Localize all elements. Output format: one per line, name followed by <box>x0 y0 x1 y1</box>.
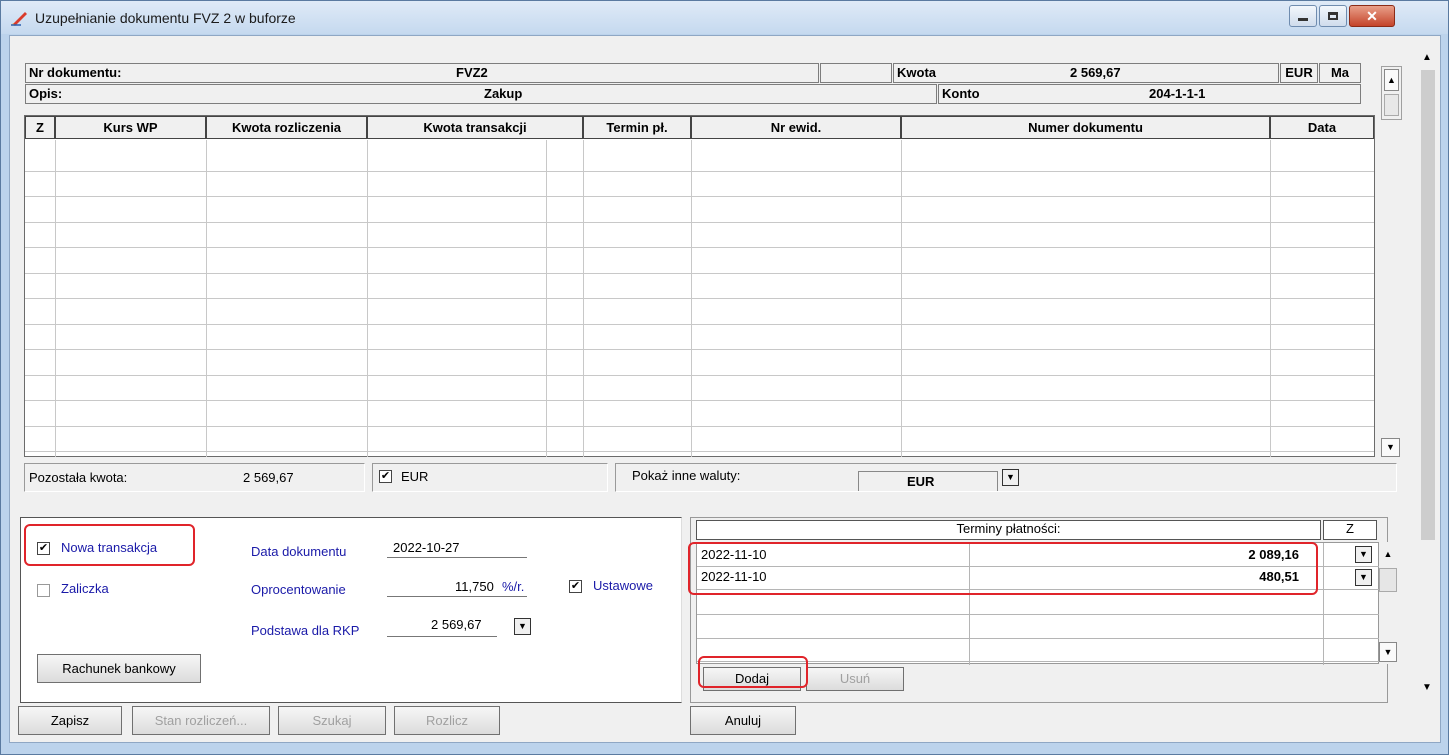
oprocentowanie-label: Oprocentowanie <box>251 582 346 597</box>
data-dokumentu-label: Data dokumentu <box>251 544 347 559</box>
konto-value: 204-1-1-1 <box>1149 86 1206 101</box>
settlement-grid: Z Kurs WP Kwota rozliczenia Kwota transa… <box>24 115 1375 457</box>
pozostala-box: Pozostała kwota: 2 569,67 <box>24 463 365 492</box>
currency-dropdown-icon[interactable]: ▼ <box>1002 469 1019 486</box>
kwota-label: Kwota <box>897 65 936 80</box>
pozostala-label: Pozostała kwota: <box>29 470 128 485</box>
terminy-scroll-down-icon[interactable]: ▼ <box>1379 642 1397 662</box>
terminy-z-header: Z <box>1323 520 1377 540</box>
col-numer-dokumentu[interactable]: Numer dokumentu <box>901 116 1270 139</box>
col-nr-ewid[interactable]: Nr ewid. <box>691 116 901 139</box>
currency-select-value: EUR <box>907 474 935 489</box>
ustawowe-label[interactable]: Ustawowe <box>593 578 653 593</box>
stan-rozliczen-button[interactable]: Stan rozliczeń... <box>132 706 270 735</box>
podstawa-dropdown-icon[interactable]: ▼ <box>514 618 531 635</box>
termin-dropdown-icon[interactable]: ▼ <box>1355 546 1372 563</box>
pokaz-box: Pokaż inne waluty: EUR ▼ <box>615 463 1397 492</box>
pozostala-value: 2 569,67 <box>243 470 294 485</box>
close-icon: ✕ <box>1366 7 1378 24</box>
currency-select[interactable]: EUR <box>858 471 998 491</box>
terminy-scroll-up-icon[interactable]: ▲ <box>1379 544 1397 564</box>
pokaz-label: Pokaż inne waluty: <box>632 468 741 483</box>
data-dokumentu-value: 2022-10-27 <box>393 540 460 555</box>
opis-row: Opis: Zakup <box>25 84 937 104</box>
opis-value: Zakup <box>484 86 523 101</box>
col-kwota-rozliczenia[interactable]: Kwota rozliczenia <box>206 116 367 139</box>
title-bar[interactable]: Uzupełnianie dokumentu FVZ 2 w buforze ✕ <box>1 1 1448 34</box>
eur-checkbox[interactable]: ✔ <box>379 470 392 483</box>
nr-dokumentu-row: Nr dokumentu: FVZ2 <box>25 63 819 83</box>
podstawa-field[interactable]: 2 569,67 <box>387 617 497 637</box>
rozlicz-button[interactable]: Rozlicz <box>394 706 500 735</box>
terminy-scrollbar[interactable]: ▲ ▼ <box>1379 542 1398 664</box>
szukaj-button[interactable]: Szukaj <box>278 706 386 735</box>
rachunek-bankowy-button[interactable]: Rachunek bankowy <box>37 654 201 683</box>
konto-label: Konto <box>942 86 980 101</box>
podstawa-value: 2 569,67 <box>431 617 482 632</box>
zaliczka-checkbox[interactable] <box>37 584 50 597</box>
terminy-scroll-thumb[interactable] <box>1379 568 1397 592</box>
window-title: Uzupełnianie dokumentu FVZ 2 w buforze <box>35 10 296 26</box>
terminy-header: Terminy płatności: <box>696 520 1321 540</box>
col-data[interactable]: Data <box>1270 116 1374 139</box>
podstawa-label: Podstawa dla RKP <box>251 623 360 638</box>
eur-checkbox-label: EUR <box>401 469 429 484</box>
window-scroll-up-icon[interactable]: ▲ <box>1422 52 1432 63</box>
zapisz-button[interactable]: Zapisz <box>18 706 122 735</box>
highlight-terminy-rows <box>688 542 1318 595</box>
nr-dokumentu-label: Nr dokumentu: <box>29 65 122 80</box>
minimize-button[interactable] <box>1289 5 1317 27</box>
col-kwota-transakcji[interactable]: Kwota transakcji <box>367 116 583 139</box>
usun-button[interactable]: Usuń <box>806 667 904 691</box>
window-scrollbar[interactable]: ▲ ▼ <box>1418 50 1438 700</box>
close-button[interactable]: ✕ <box>1349 5 1395 27</box>
termin-dropdown-icon[interactable]: ▼ <box>1355 569 1372 586</box>
header-scrollbar[interactable]: ▲ <box>1381 66 1402 120</box>
col-termin[interactable]: Termin pł. <box>583 116 691 139</box>
konto-cell: Konto 204-1-1-1 <box>938 84 1361 104</box>
scroll-thumb[interactable] <box>1384 94 1399 116</box>
oprocentowanie-value: 11,750 <box>455 579 494 594</box>
opis-label: Opis: <box>29 86 63 101</box>
maximize-icon <box>1328 12 1338 20</box>
currency-cell: EUR <box>1280 63 1318 83</box>
header-spacer <box>820 63 892 83</box>
col-z[interactable]: Z <box>25 116 55 139</box>
oprocentowanie-field[interactable]: 11,750 %/r. <box>387 577 527 597</box>
minimize-icon <box>1298 17 1308 21</box>
window-scroll-down-icon[interactable]: ▼ <box>1422 682 1432 693</box>
main-window: Uzupełnianie dokumentu FVZ 2 w buforze ✕… <box>0 0 1449 755</box>
kwota-value: 2 569,67 <box>1070 65 1121 80</box>
side-cell: Ma <box>1319 63 1361 83</box>
dialog-client-area: Nr dokumentu: FVZ2 Kwota 2 569,67 EUR Ma… <box>9 35 1441 743</box>
col-kurs-wp[interactable]: Kurs WP <box>55 116 206 139</box>
window-scroll-thumb[interactable] <box>1421 70 1435 540</box>
data-dokumentu-field[interactable]: 2022-10-27 <box>387 540 527 558</box>
highlight-dodaj <box>698 656 808 688</box>
maximize-button[interactable] <box>1319 5 1347 27</box>
nr-dokumentu-value: FVZ2 <box>456 65 488 80</box>
highlight-nowa-transakcja <box>24 524 195 566</box>
kwota-cell: Kwota 2 569,67 <box>893 63 1279 83</box>
anuluj-button[interactable]: Anuluj <box>690 706 796 735</box>
eur-box: ✔ EUR <box>372 463 608 492</box>
scroll-up-icon[interactable]: ▲ <box>1384 69 1399 91</box>
zaliczka-label[interactable]: Zaliczka <box>61 581 109 596</box>
ustawowe-checkbox[interactable]: ✔ <box>569 580 582 593</box>
grid-scroll-down-icon[interactable]: ▼ <box>1381 438 1400 457</box>
oprocentowanie-unit: %/r. <box>502 579 525 594</box>
document-edit-icon <box>11 12 27 26</box>
